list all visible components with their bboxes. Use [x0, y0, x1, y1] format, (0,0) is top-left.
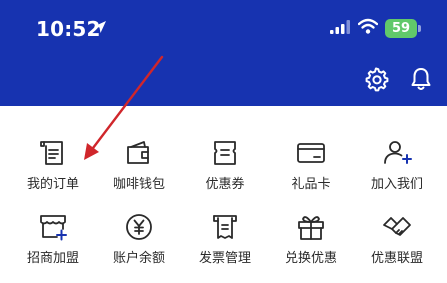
battery-cap — [418, 25, 421, 32]
wallet-icon — [127, 141, 149, 164]
invoice-icon — [213, 215, 237, 239]
menu-item-franchise[interactable]: 招商加盟 — [10, 212, 96, 276]
menu-item-label: 优惠券 — [205, 177, 245, 192]
menu-item-redeem-offers[interactable]: 兑换优惠 — [268, 212, 354, 276]
handshake-icon — [383, 217, 411, 236]
gear-icon[interactable] — [362, 65, 390, 93]
menu-item-label: 礼品卡 — [291, 177, 331, 192]
cellular-signal-icon — [330, 20, 350, 34]
menu-item-discount-alliance[interactable]: 优惠联盟 — [354, 212, 440, 276]
menu-item-label: 兑换优惠 — [284, 251, 337, 266]
menu-item-invoice[interactable]: 发票管理 — [182, 212, 268, 276]
gift-card-icon — [297, 143, 325, 163]
menu-item-my-orders[interactable]: 我的订单 — [10, 138, 96, 202]
order-list-icon — [40, 141, 63, 165]
menu-grid: 我的订单 咖啡钱包 优惠券 礼品卡 加入我们 招商加盟 账户余额 发票管理 兑换… — [0, 106, 447, 283]
menu-item-label: 加入我们 — [370, 177, 423, 192]
menu-item-gift-card[interactable]: 礼品卡 — [268, 138, 354, 202]
gift-box-icon — [298, 216, 324, 240]
menu-item-label: 咖啡钱包 — [112, 177, 165, 192]
menu-item-account-balance[interactable]: 账户余额 — [96, 212, 182, 276]
storefront-add-icon — [40, 215, 67, 241]
status-bar: 10:52 59 — [0, 0, 447, 56]
app-header: 10:52 59 — [0, 0, 447, 106]
menu-item-label: 发票管理 — [198, 251, 251, 266]
menu-item-label: 优惠联盟 — [370, 251, 423, 266]
bell-icon[interactable] — [407, 65, 435, 93]
menu-item-label: 我的订单 — [26, 177, 79, 192]
wifi-icon — [358, 18, 378, 34]
battery-indicator: 59 — [385, 19, 417, 38]
status-time: 10:52 — [36, 17, 101, 41]
add-person-icon — [384, 141, 412, 164]
coupon-icon — [214, 141, 236, 165]
location-arrow-icon — [94, 21, 106, 33]
menu-item-join-us[interactable]: 加入我们 — [354, 138, 440, 202]
yuan-coin-icon — [126, 214, 152, 240]
menu-item-label: 招商加盟 — [26, 251, 79, 266]
menu-item-label: 账户余额 — [112, 251, 165, 266]
menu-item-coffee-wallet[interactable]: 咖啡钱包 — [96, 138, 182, 202]
menu-item-coupons[interactable]: 优惠券 — [182, 138, 268, 202]
